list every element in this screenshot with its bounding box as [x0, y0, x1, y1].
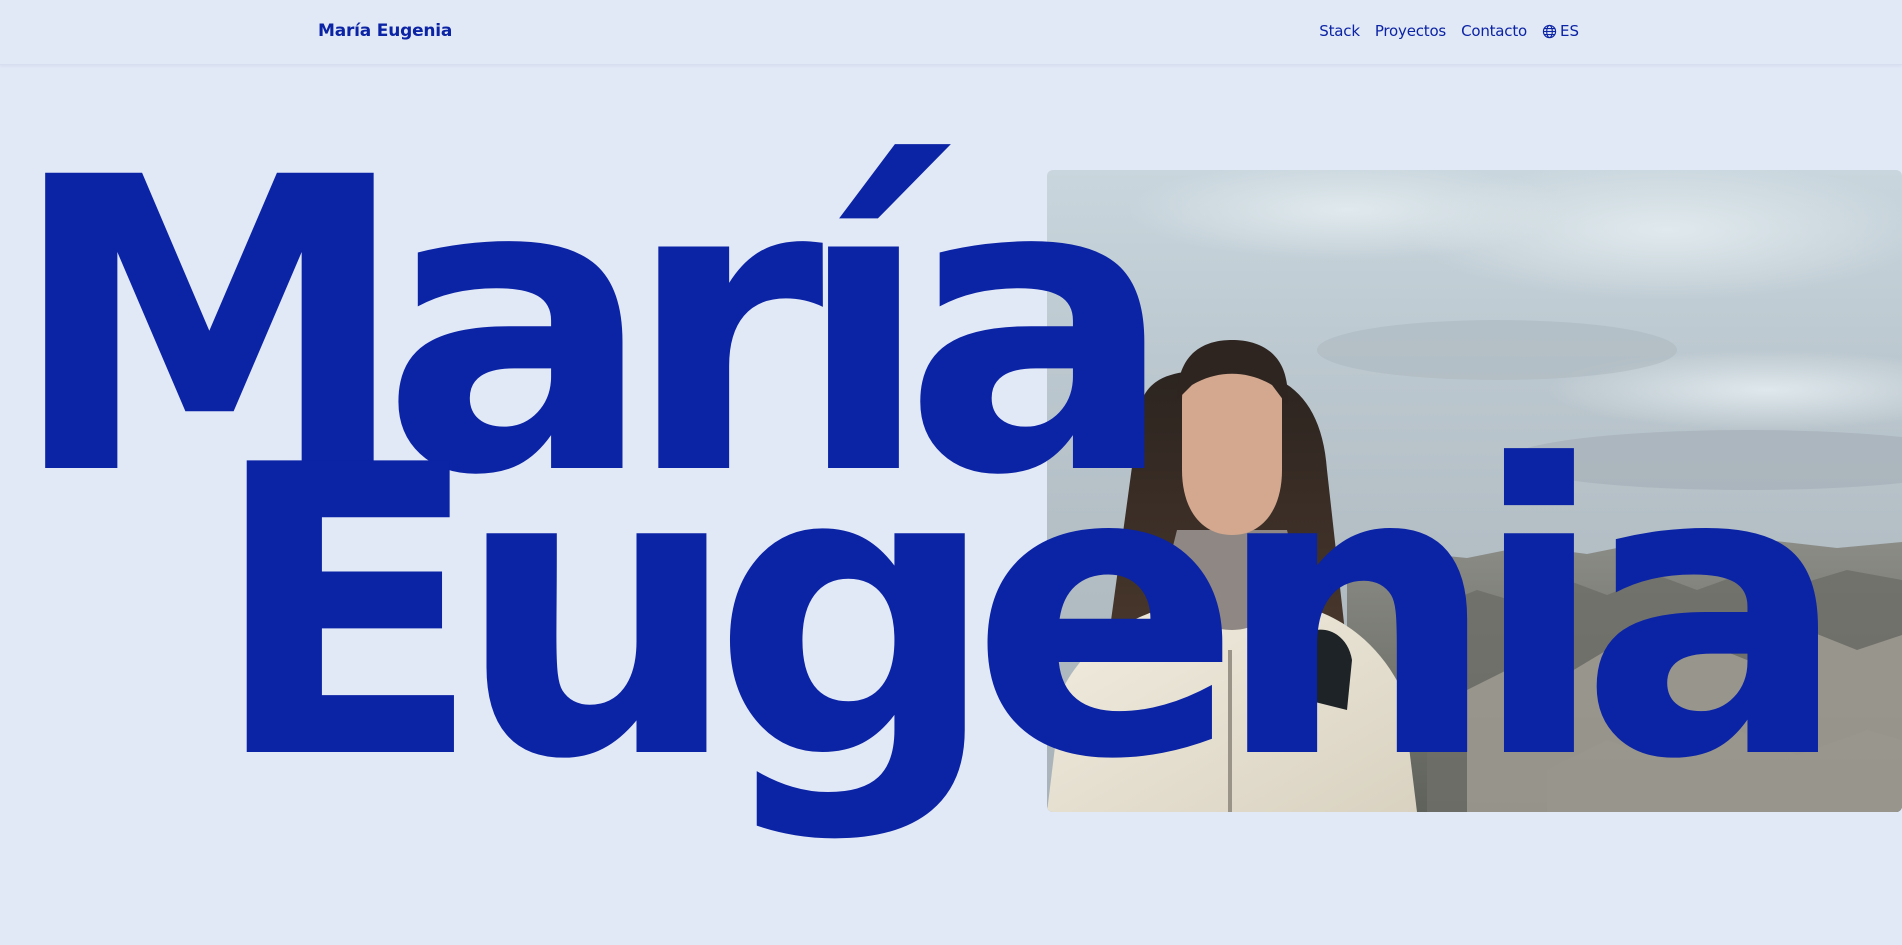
- language-switcher[interactable]: ES: [1542, 22, 1579, 40]
- main-nav: Stack Proyectos Contacto ES: [1319, 22, 1579, 40]
- hero-second-name: Eugenia: [210, 382, 1849, 847]
- language-label: ES: [1560, 22, 1579, 40]
- globe-icon: [1542, 24, 1557, 39]
- site-header: María Eugenia Stack Proyectos Contacto E…: [0, 0, 1902, 65]
- page: María Eugenia Stack Proyectos Contacto E…: [0, 0, 1902, 945]
- nav-link-projects[interactable]: Proyectos: [1375, 22, 1446, 40]
- brand-logo-link[interactable]: María Eugenia: [318, 21, 452, 41]
- nav-link-stack[interactable]: Stack: [1319, 22, 1360, 40]
- nav-link-contact[interactable]: Contacto: [1461, 22, 1527, 40]
